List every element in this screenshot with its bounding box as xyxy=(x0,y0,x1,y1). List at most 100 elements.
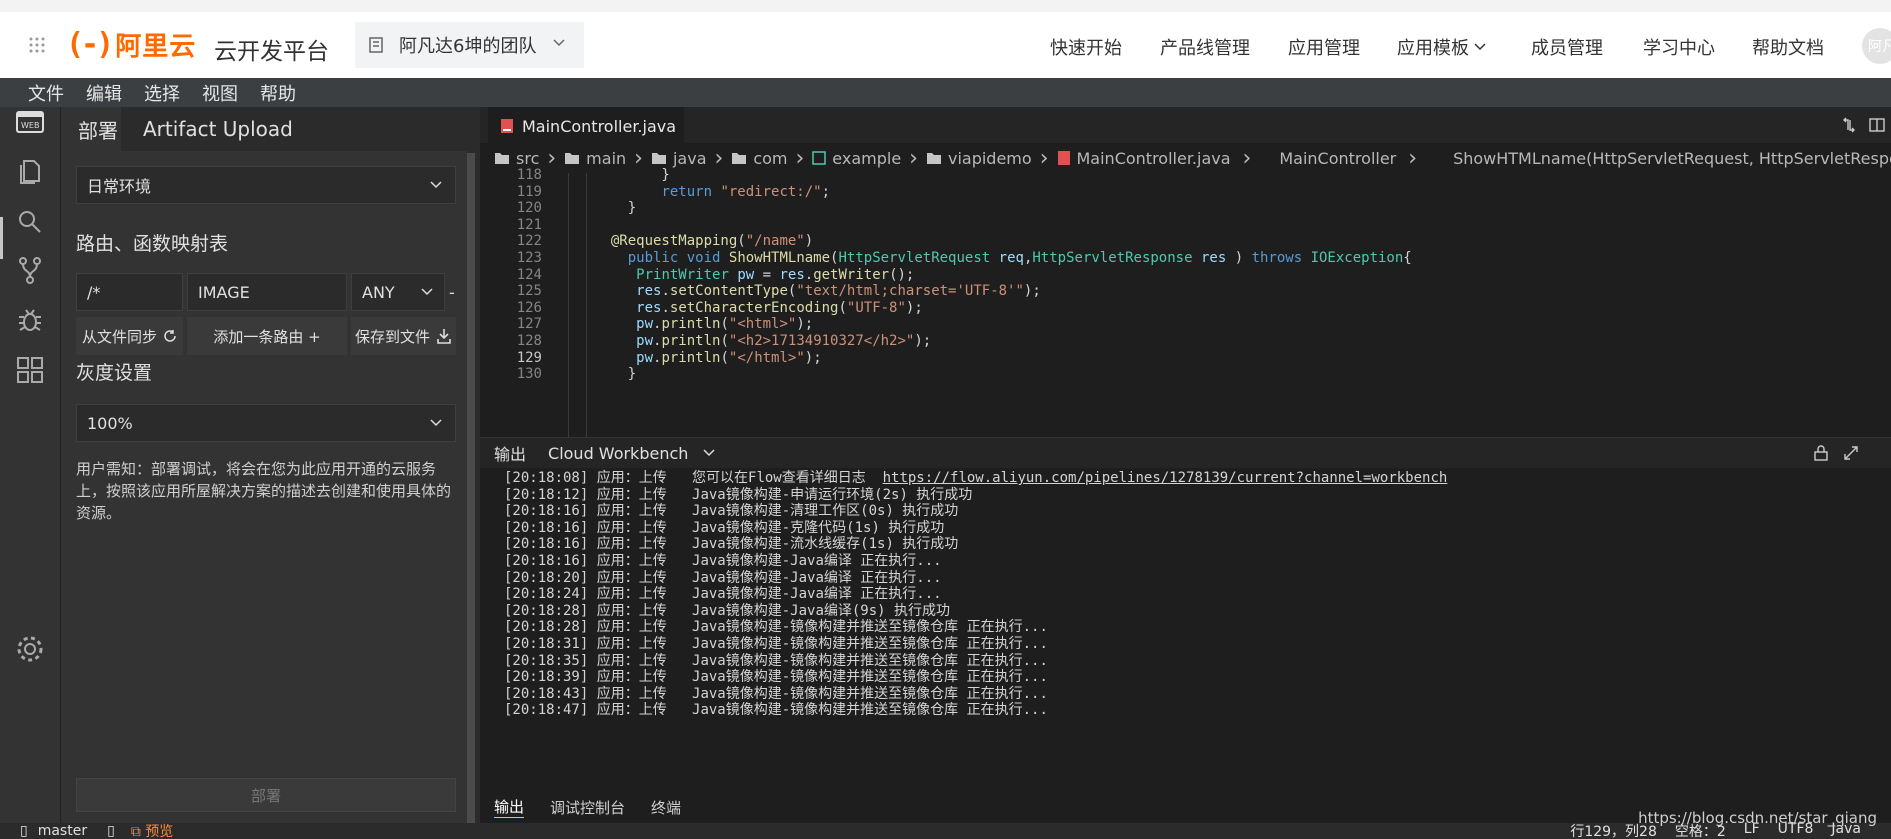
split-editor-icon[interactable] xyxy=(1869,117,1885,133)
source-control-icon[interactable] xyxy=(15,255,45,285)
log-source: 应用：上传 xyxy=(596,519,693,536)
breadcrumb-item[interactable]: main xyxy=(564,149,626,168)
menu-item[interactable]: 文件 xyxy=(28,80,64,106)
debug-icon[interactable] xyxy=(15,305,45,335)
line-text: pw.println("</html>"); xyxy=(636,349,822,366)
menu-item[interactable]: 选择 xyxy=(144,80,180,106)
search-icon[interactable] xyxy=(15,207,45,237)
line-text: return "redirect:/"; xyxy=(661,183,831,200)
log-time: [20:18:39] xyxy=(504,669,597,686)
gear-icon[interactable] xyxy=(15,634,45,664)
sync-status-icon[interactable]: ▯ xyxy=(107,823,115,839)
log-message: Java镜像构建-镜像构建并推送至镜像仓库 正在执行... xyxy=(692,635,1048,652)
gray-select[interactable]: 100% xyxy=(76,404,456,442)
breadcrumb-item[interactable]: MainController.java xyxy=(1057,149,1231,168)
log-time: [20:18:16] xyxy=(504,519,597,536)
breadcrumb-item[interactable]: MainController xyxy=(1279,149,1396,168)
menu-item[interactable]: 视图 xyxy=(202,80,238,106)
panel-tab[interactable]: 终端 xyxy=(651,797,681,818)
avatar[interactable]: 阿凡 xyxy=(1862,28,1891,64)
sync-from-file-button[interactable]: 从文件同步 xyxy=(76,317,183,355)
log-message: 您可以在Flow查看详细日志 xyxy=(692,470,866,486)
extensions-icon[interactable] xyxy=(15,355,45,385)
breadcrumb-label: MainController xyxy=(1279,148,1397,168)
code-area[interactable]: 118 } 119 return "redirect:/"; 120 } 121 122… xyxy=(480,167,1891,437)
nav-item-label: 成员管理 xyxy=(1531,38,1603,59)
aliyun-logo[interactable]: (-) 阿里云 xyxy=(66,26,196,62)
route-path-input[interactable]: /* xyxy=(76,273,183,311)
nav-item[interactable]: 学习中心 xyxy=(1643,34,1715,60)
nav-item[interactable]: 成员管理 xyxy=(1531,34,1603,60)
line-number: 123 xyxy=(516,250,542,266)
chevron-down-icon xyxy=(430,181,442,189)
deploy-button[interactable]: 部署 xyxy=(76,778,456,812)
folder-icon xyxy=(495,153,509,164)
log-line: [20:18:08] 应用：上传 您可以在Flow查看详细日志 https://… xyxy=(504,470,1447,487)
apps-grid-icon[interactable] xyxy=(28,36,46,54)
save-to-file-button[interactable]: 保存到文件 xyxy=(351,317,456,355)
log-line: [20:18:16] 应用：上传 Java镜像构建-清理工作区(0s) 执行成功 xyxy=(504,503,1447,520)
files-icon[interactable] xyxy=(15,157,45,187)
breadcrumb-label: MainController.java xyxy=(1076,148,1231,168)
activity-selection-indicator xyxy=(0,217,3,259)
tab-deploy[interactable]: 部署 xyxy=(61,107,121,151)
gray-select-value: 100% xyxy=(87,413,133,433)
line-text: res.setCharacterEncoding("UTF-8"); xyxy=(636,299,923,316)
line-number: 125 xyxy=(516,283,542,300)
route-remove-button[interactable]: - xyxy=(447,273,459,311)
output-panel: 输出 Cloud Workbench [20:18:08] 应用：上传 您可以在… xyxy=(480,437,1891,823)
nav-item[interactable]: 应用管理 xyxy=(1288,34,1360,60)
log-source: 应用：上传 xyxy=(596,652,693,669)
breadcrumb-item[interactable]: com xyxy=(731,149,787,168)
nav-item-label: 产品线管理 xyxy=(1160,38,1250,59)
log-line: [20:18:39] 应用：上传 Java镜像构建-镜像构建并推送至镜像仓库 正… xyxy=(504,669,1447,686)
breadcrumb-item[interactable]: java xyxy=(651,149,707,168)
route-type-input[interactable]: IMAGE xyxy=(187,273,347,311)
log-link[interactable]: https://flow.aliyun.com/pipelines/127813… xyxy=(883,470,1448,486)
deploy-web-icon[interactable]: WEB xyxy=(15,107,45,137)
breadcrumb-item[interactable]: ShowHTMLname(HttpServletRequest, HttpSer… xyxy=(1453,149,1891,168)
compare-icon[interactable] xyxy=(1841,117,1857,133)
menu-item[interactable]: 编辑 xyxy=(86,80,122,106)
log-time: [20:18:35] xyxy=(504,652,597,669)
log-time: [20:18:16] xyxy=(504,503,597,520)
channel-select[interactable]: Cloud Workbench xyxy=(548,444,716,463)
team-selector[interactable]: 阿凡达6坤的团队 xyxy=(355,22,584,68)
side-scrollbar[interactable] xyxy=(467,153,475,823)
maximize-icon[interactable] xyxy=(1843,445,1859,461)
code-editor: MainController.java src › main › java › com › ex… xyxy=(480,107,1891,437)
log-time: [20:18:28] xyxy=(504,602,597,619)
log-message: Java镜像构建-清理工作区(0s) 执行成功 xyxy=(692,503,959,520)
breadcrumb-item[interactable]: src xyxy=(494,149,539,168)
env-select[interactable]: 日常环境 xyxy=(76,166,456,204)
add-route-button[interactable]: 添加一条路由 + xyxy=(187,317,347,355)
lock-scroll-icon[interactable] xyxy=(1813,445,1829,461)
nav-item[interactable]: 产品线管理 xyxy=(1160,34,1250,60)
nav-item[interactable]: 快速开始 xyxy=(1050,34,1122,60)
breadcrumb-item[interactable]: viapidemo xyxy=(926,149,1032,168)
nav-item-label: 应用管理 xyxy=(1288,38,1360,59)
breadcrumb-label: java xyxy=(672,148,707,168)
breadcrumb-item[interactable]: example xyxy=(812,149,901,168)
log-time: [20:18:12] xyxy=(504,486,597,503)
line-text: @RequestMapping("/name") xyxy=(610,233,814,250)
chevron-down-icon xyxy=(1473,40,1487,54)
nav-item[interactable]: 帮助文档 xyxy=(1752,34,1824,60)
tab-main-controller[interactable]: MainController.java xyxy=(488,107,684,143)
breadcrumb-label: com xyxy=(753,148,788,168)
route-method-select[interactable]: ANY xyxy=(351,273,445,311)
aliyun-brand: 阿里云 xyxy=(115,31,197,62)
log-line: [20:18:35] 应用：上传 Java镜像构建-镜像构建并推送至镜像仓库 正… xyxy=(504,653,1447,670)
nav-item[interactable]: 应用模板 xyxy=(1397,34,1487,60)
line-text: pw.println("<html>"); xyxy=(636,316,814,333)
line-text: } xyxy=(594,167,670,183)
channel-value: Cloud Workbench xyxy=(548,443,689,463)
panel-tab[interactable]: 输出 xyxy=(494,796,525,818)
output-panel-header: 输出 Cloud Workbench xyxy=(480,438,1891,468)
tab-artifact-upload[interactable]: Artifact Upload xyxy=(143,107,293,151)
panel-tab[interactable]: 调试控制台 xyxy=(550,797,625,818)
preview-link[interactable]: ⧉ 预览 xyxy=(131,821,173,839)
menu-item[interactable]: 帮助 xyxy=(260,80,296,106)
log-source: 应用：上传 xyxy=(596,702,693,719)
branch-name[interactable]: master xyxy=(38,823,87,839)
